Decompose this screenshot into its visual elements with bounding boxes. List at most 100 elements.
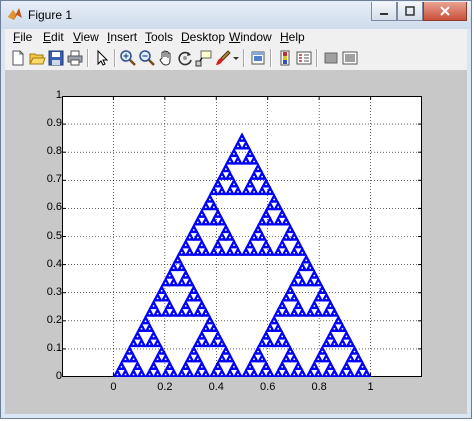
triangle-marker	[241, 155, 252, 165]
triangle-marker	[196, 238, 207, 249]
triangle-marker-center	[321, 289, 324, 292]
pan-hand-icon[interactable]	[157, 49, 175, 67]
triangle-marker-center	[221, 373, 223, 376]
triangle-marker-center	[172, 373, 175, 376]
menu-file[interactable]: File	[13, 30, 32, 44]
print-icon[interactable]	[66, 49, 84, 67]
triangle-marker-center	[172, 312, 175, 315]
link-plot-icon[interactable]	[249, 49, 267, 67]
insert-colorbar-icon[interactable]	[276, 49, 294, 67]
triangle-marker-center	[140, 343, 143, 345]
menu-desktop[interactable]: Desktop	[181, 30, 225, 44]
triangle-marker-center	[273, 320, 276, 323]
triangle-marker	[176, 246, 187, 256]
y-tick-label: 0.2	[46, 313, 62, 326]
triangle-marker	[232, 139, 243, 150]
triangle-marker-center	[301, 373, 304, 376]
open-file-icon[interactable]	[28, 49, 46, 67]
data-cursor-icon[interactable]	[195, 49, 213, 67]
triangle-marker	[269, 314, 280, 325]
triangle-marker	[289, 231, 300, 241]
triangle-marker	[224, 246, 235, 256]
menu-view[interactable]: View	[73, 30, 99, 44]
menu-window[interactable]: Window	[229, 30, 272, 44]
menu-edit[interactable]: Edit	[43, 30, 64, 44]
triangle-marker	[204, 314, 215, 325]
triangle-marker-center	[132, 343, 135, 345]
triangle-marker	[281, 246, 292, 256]
triangle-marker	[273, 307, 284, 317]
triangle-marker	[200, 337, 211, 348]
triangle-marker-center	[152, 365, 155, 368]
triangle-marker	[232, 185, 243, 196]
triangle-marker	[257, 216, 268, 226]
triangle-marker	[212, 330, 223, 340]
triangle-marker	[301, 254, 312, 264]
triangle-marker-center	[313, 305, 316, 307]
triangle-marker	[160, 352, 171, 363]
triangle-marker	[208, 322, 219, 332]
menu-insert[interactable]: Insert	[107, 30, 137, 44]
insert-legend-icon[interactable]	[295, 49, 313, 67]
triangle-marker-center	[289, 350, 292, 353]
zoom-out-icon[interactable]	[138, 49, 156, 67]
close-button[interactable]	[423, 2, 467, 21]
triangle-marker	[152, 307, 163, 317]
zoom-in-icon[interactable]	[119, 49, 137, 67]
triangle-marker-center	[293, 312, 296, 315]
hide-plot-tools-icon[interactable]	[322, 49, 340, 67]
triangle-marker-center	[192, 350, 195, 353]
menu-help[interactable]: Help	[280, 30, 305, 44]
triangle-marker-center	[216, 213, 219, 216]
menu-tools[interactable]: Tools	[145, 30, 173, 44]
triangle-marker	[160, 307, 171, 317]
maximize-button[interactable]	[397, 2, 423, 21]
triangle-marker-center	[132, 373, 135, 376]
triangle-marker-center	[321, 350, 324, 353]
triangle-marker	[152, 368, 163, 377]
triangle-marker	[321, 307, 332, 317]
triangle-marker-center	[188, 251, 191, 254]
triangle-marker	[164, 360, 175, 370]
new-figure-icon[interactable]	[9, 49, 27, 67]
triangle-marker	[224, 170, 235, 180]
triangle-marker	[168, 276, 179, 287]
triangle-marker-center	[180, 267, 183, 269]
triangle-marker-center	[293, 251, 296, 254]
triangle-marker-center	[277, 373, 280, 376]
brush-icon[interactable]	[214, 49, 232, 67]
triangle-marker	[184, 292, 195, 302]
triangle-marker	[317, 345, 328, 355]
triangle-marker-center	[216, 244, 219, 247]
triangle-marker	[160, 368, 171, 377]
triangle-marker-center	[212, 373, 215, 376]
triangle-marker	[277, 360, 288, 370]
triangle-marker-center	[269, 206, 272, 209]
toolbar-separator	[316, 49, 318, 67]
triangle-marker-center	[285, 312, 288, 315]
x-tick-label: 0.4	[208, 381, 224, 393]
triangle-marker-center	[168, 305, 171, 307]
save-icon[interactable]	[47, 49, 65, 67]
triangle-marker	[321, 368, 332, 377]
triangle-marker-center	[196, 251, 199, 254]
x-tick-label: 0.6	[260, 381, 276, 393]
rotate-3d-icon[interactable]	[176, 49, 194, 67]
title-bar[interactable]: Figure 1	[1, 1, 471, 29]
triangle-marker	[329, 322, 340, 332]
edit-plot-arrow-icon[interactable]	[93, 49, 111, 67]
toolbar-separator	[87, 49, 89, 67]
triangle-marker-center	[353, 350, 356, 353]
triangle-marker-center	[309, 267, 312, 269]
triangle-marker-center	[221, 358, 223, 361]
triangle-marker-center	[329, 365, 332, 368]
brush-dropdown-icon[interactable]	[232, 49, 240, 67]
triangle-marker	[293, 299, 304, 310]
triangle-marker	[136, 322, 147, 332]
triangle-marker-center	[305, 259, 308, 262]
show-plot-tools-icon[interactable]	[341, 49, 359, 67]
triangle-marker-center	[212, 221, 215, 224]
minimize-button[interactable]	[371, 2, 397, 21]
triangle-marker	[193, 368, 203, 377]
triangle-marker-center	[245, 191, 247, 193]
